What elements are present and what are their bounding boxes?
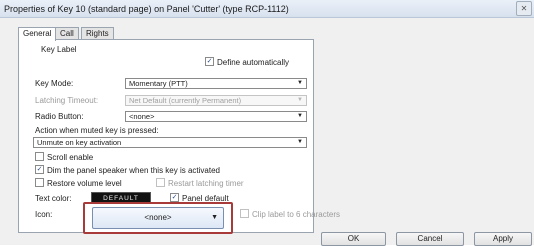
radio-button-select[interactable]: <none> ▼: [125, 111, 307, 122]
radio-button-value: <none>: [129, 112, 155, 121]
close-icon: ✕: [520, 4, 528, 13]
checkmark-icon: ✓: [171, 194, 178, 201]
dim-panel-speaker-label: Dim the panel speaker when this key is a…: [47, 166, 220, 175]
action-muted-value: Unmute on key activation: [37, 138, 122, 147]
key-label-heading: Key Label: [41, 45, 77, 54]
text-color-value: DEFAULT: [103, 195, 139, 202]
icon-label: Icon:: [35, 210, 53, 219]
define-automatically-label: Define automatically: [217, 58, 290, 67]
restart-latching-checkbox: [156, 178, 165, 187]
window-title: Properties of Key 10 (standard page) on …: [4, 4, 289, 14]
key-mode-label: Key Mode:: [35, 79, 74, 88]
ok-button[interactable]: OK: [321, 232, 386, 246]
scroll-enable-label: Scroll enable: [47, 153, 94, 162]
panel-default-checkbox[interactable]: ✓: [170, 193, 179, 202]
dim-panel-speaker-checkbox[interactable]: ✓: [35, 165, 44, 174]
chevron-down-icon: ▼: [297, 139, 303, 145]
text-color-label: Text color:: [35, 194, 72, 203]
scroll-enable-checkbox[interactable]: [35, 152, 44, 161]
tab-general[interactable]: General: [18, 27, 57, 41]
title-bar: Properties of Key 10 (standard page) on …: [0, 0, 534, 18]
ok-button-label: OK: [347, 234, 360, 243]
cancel-button[interactable]: Cancel: [396, 232, 464, 246]
chevron-down-icon: ▼: [297, 80, 303, 86]
chevron-down-icon: ▼: [297, 113, 303, 119]
close-button[interactable]: ✕: [516, 1, 532, 16]
radio-button-label: Radio Button:: [35, 112, 84, 121]
latching-timeout-select: Net Default (currently Permanent) ▼: [125, 95, 307, 106]
define-automatically-checkbox[interactable]: ✓: [205, 57, 214, 66]
icon-select[interactable]: <none> ▼: [92, 207, 224, 229]
action-muted-select[interactable]: Unmute on key activation ▼: [33, 137, 307, 148]
restore-volume-checkbox[interactable]: [35, 178, 44, 187]
key-mode-value: Momentary (PTT): [129, 79, 188, 88]
checkmark-icon: ✓: [36, 166, 43, 173]
latching-timeout-label: Latching Timeout:: [35, 96, 99, 105]
tab-label: General: [23, 29, 52, 38]
clip-label-text: Clip label to 6 characters: [252, 210, 341, 219]
key-mode-select[interactable]: Momentary (PTT) ▼: [125, 78, 307, 89]
chevron-down-icon: ▼: [211, 214, 218, 221]
apply-button[interactable]: Apply: [474, 232, 532, 246]
chevron-down-icon: ▼: [297, 97, 303, 103]
action-muted-label: Action when muted key is pressed:: [35, 126, 159, 135]
tab-label: Call: [60, 29, 74, 38]
tab-label: Rights: [86, 29, 109, 38]
icon-value: <none>: [144, 213, 172, 222]
clip-label-checkbox: [240, 209, 249, 218]
restore-volume-label: Restore volume level: [47, 179, 122, 188]
restart-latching-label: Restart latching timer: [168, 179, 244, 188]
checkmark-icon: ✓: [206, 58, 213, 65]
latching-timeout-value: Net Default (currently Permanent): [129, 96, 242, 105]
cancel-button-label: Cancel: [417, 234, 443, 243]
apply-button-label: Apply: [492, 234, 513, 243]
